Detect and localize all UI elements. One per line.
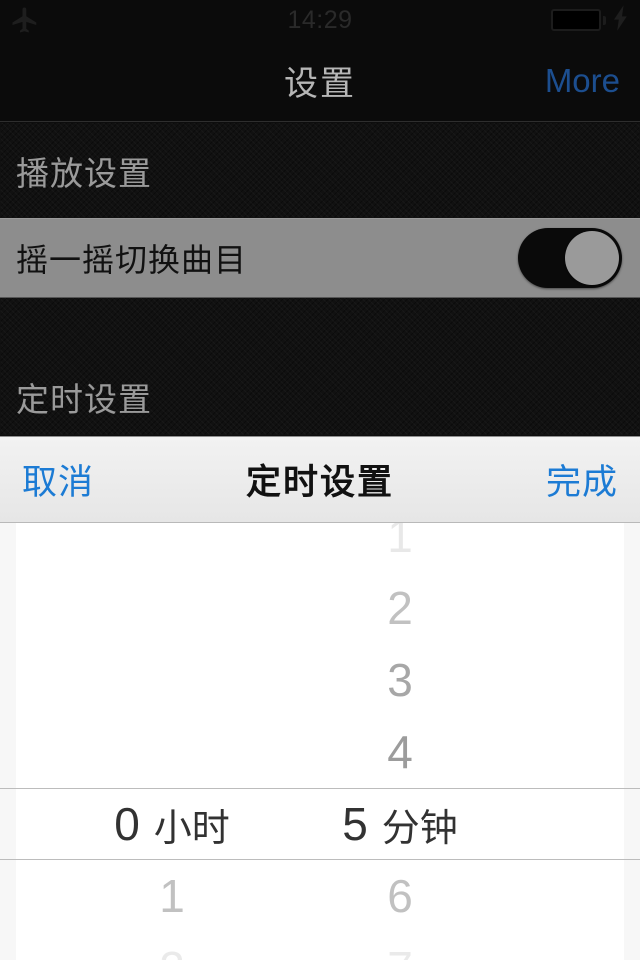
done-button[interactable]: 完成: [546, 454, 618, 505]
section-header-timer-label: 定时设置: [16, 381, 152, 418]
duration-picker[interactable]: 0小时1234 12345分钟6789: [0, 523, 640, 960]
picker-cell-number: 4: [387, 726, 413, 778]
picker-wheel-hours[interactable]: 0小时1234: [62, 523, 282, 960]
modal-title: 定时设置: [245, 463, 394, 502]
picker-cell[interactable]: 2: [290, 572, 510, 644]
picker-cell-selected[interactable]: 5 分钟: [290, 788, 510, 860]
picker-cell[interactable]: 7: [290, 932, 510, 960]
picker-cell[interactable]: 4: [290, 716, 510, 788]
status-bar-right: [450, 4, 630, 36]
phone-screen: 14:29 设置 More 播放设置 摇一摇切换曲目 定时设置 取消 定时设置 …: [0, 0, 640, 960]
more-button[interactable]: More: [545, 62, 620, 100]
picker-gutter-right: [624, 523, 640, 960]
toggle-knob: [565, 231, 619, 285]
lightning-bolt-icon: [614, 4, 630, 36]
picker-wheel-minutes[interactable]: 12345分钟6789: [290, 523, 510, 960]
picker-cell[interactable]: 1: [62, 860, 282, 932]
picker-cell-unit: 小时: [153, 807, 230, 850]
picker-cell[interactable]: 1: [290, 523, 510, 572]
battery-icon: [551, 9, 606, 31]
picker-cell-number: 6: [387, 870, 413, 922]
picker-cell-unit: 分钟: [381, 807, 458, 850]
navigation-bar: 设置 More: [0, 40, 640, 122]
status-bar: 14:29: [0, 0, 640, 40]
picker-cell-number: 2: [387, 582, 413, 634]
picker-cell[interactable]: 6: [290, 860, 510, 932]
picker-cell[interactable]: 3: [290, 644, 510, 716]
cancel-button[interactable]: 取消: [22, 454, 94, 505]
modal-toolbar: 取消 定时设置 完成: [0, 437, 640, 523]
page-title: 设置: [284, 65, 356, 103]
settings-list: 播放设置 摇一摇切换曲目 定时设置: [0, 123, 640, 436]
timer-picker-modal: 取消 定时设置 完成 0小时1234 12345分钟6789: [0, 436, 640, 960]
section-header-playback-label: 播放设置: [16, 154, 152, 192]
picker-gutter-left: [0, 523, 16, 960]
section-header-playback: 播放设置: [0, 123, 640, 218]
picker-cell-number: 2: [159, 941, 185, 960]
setting-row-shake-to-switch[interactable]: 摇一摇切换曲目: [0, 218, 640, 298]
picker-cell-number: 7: [387, 941, 413, 960]
airplane-mode-icon: [10, 5, 40, 35]
status-bar-left: [10, 5, 190, 35]
setting-row-label: 摇一摇切换曲目: [16, 242, 248, 278]
picker-cell[interactable]: 2: [62, 932, 282, 960]
section-header-timer: 定时设置: [0, 298, 640, 435]
picker-cell-number: 1: [159, 870, 185, 922]
status-bar-clock: 14:29: [287, 5, 353, 34]
picker-cell-number: 0: [114, 798, 140, 850]
picker-cell-number: 1: [387, 523, 413, 562]
picker-cell-number: 5: [342, 798, 368, 850]
picker-cell-selected[interactable]: 0 小时: [62, 788, 282, 860]
shake-to-switch-toggle[interactable]: [518, 228, 622, 288]
picker-cell-number: 3: [387, 654, 413, 706]
